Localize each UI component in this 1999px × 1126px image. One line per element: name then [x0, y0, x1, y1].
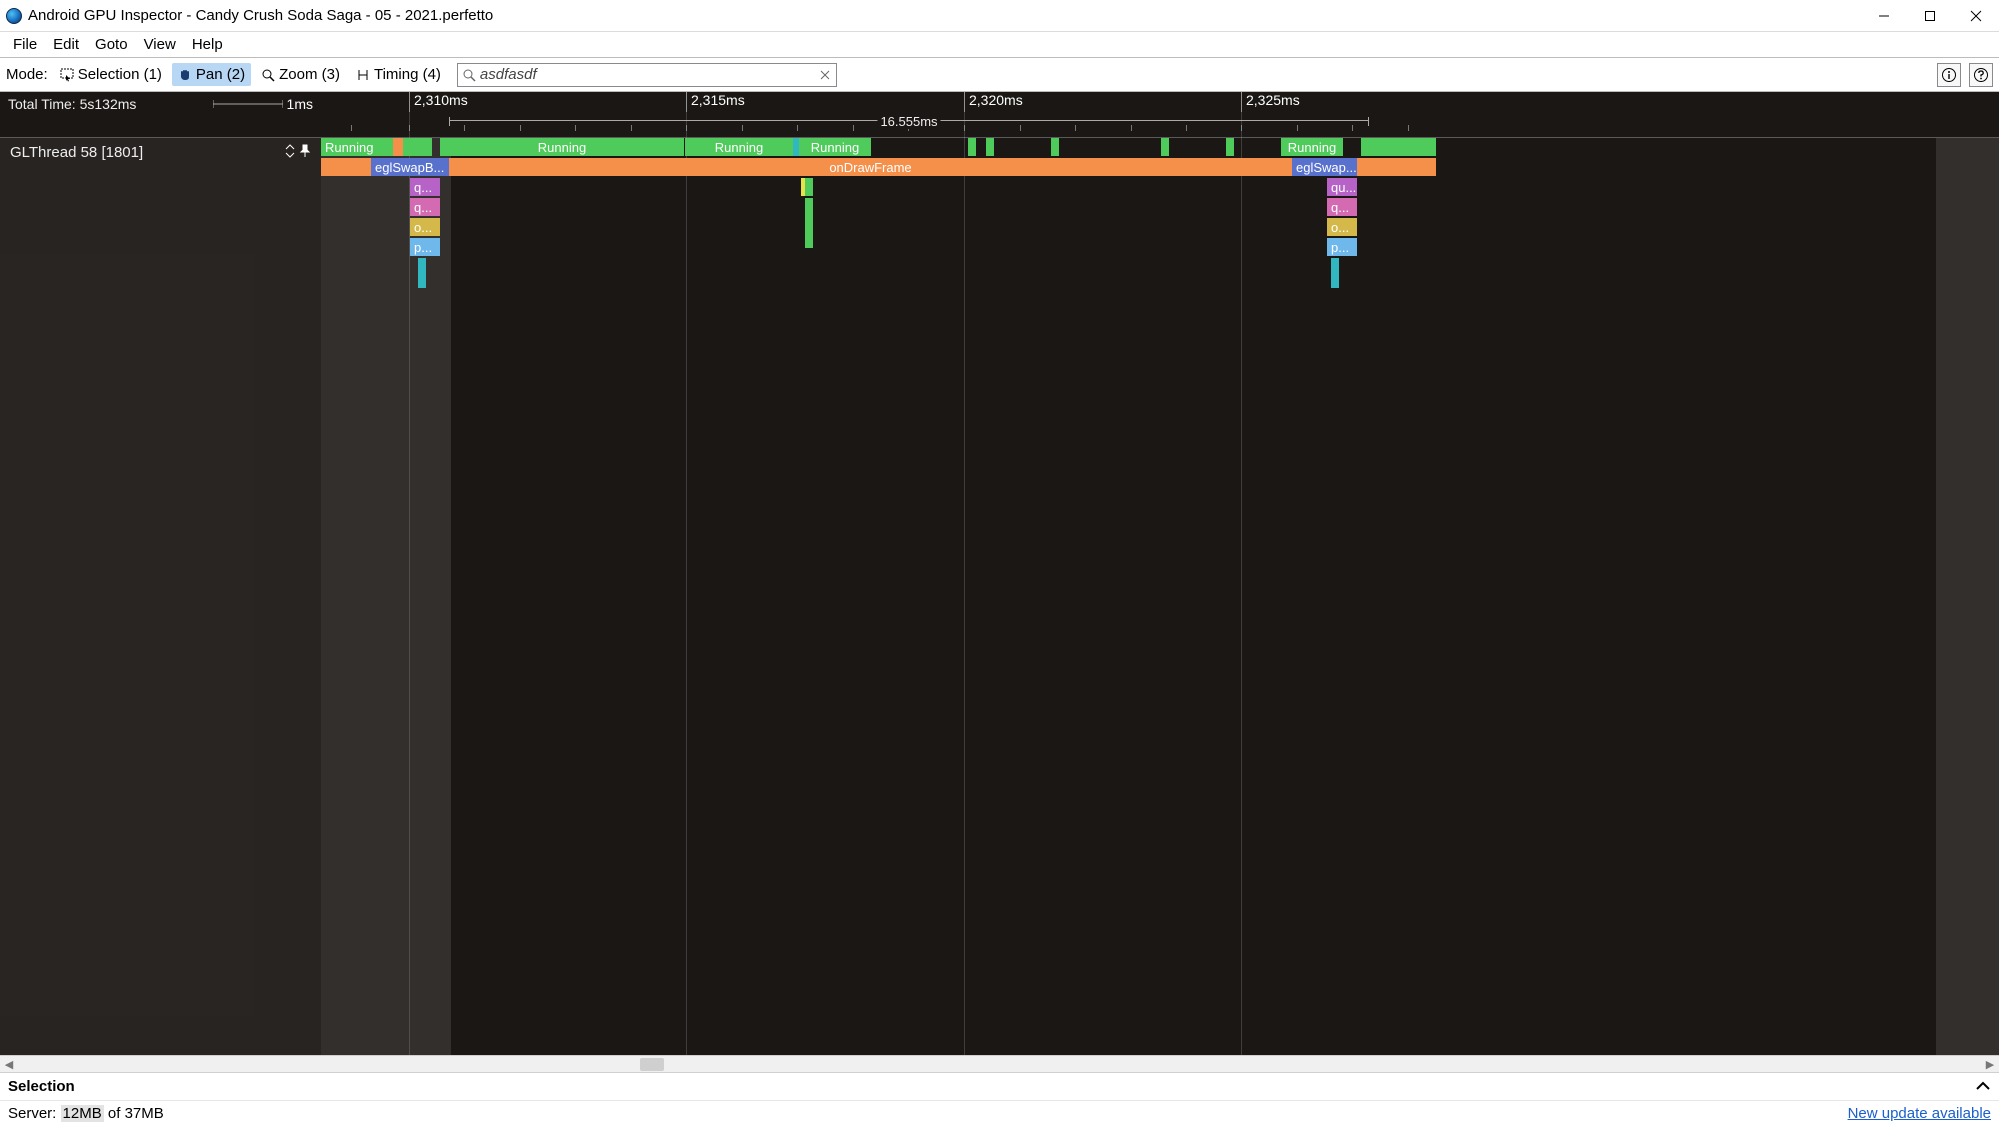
ruler-tick: 2,315ms: [686, 92, 745, 112]
trace-running[interactable]: Running: [440, 138, 684, 156]
help-button[interactable]: [1969, 63, 1993, 87]
info-button[interactable]: [1937, 63, 1961, 87]
update-available-link[interactable]: New update available: [1848, 1105, 1991, 1122]
mode-timing[interactable]: Timing (4): [350, 63, 447, 86]
trace-running[interactable]: Running: [685, 138, 793, 156]
trace-running[interactable]: Running: [1281, 138, 1343, 156]
time-ruler[interactable]: 2,310ms 2,315ms 2,320ms 2,325ms: [321, 92, 1999, 137]
trace-block[interactable]: [1161, 138, 1169, 156]
ruler-tick: 2,310ms: [409, 92, 468, 112]
hand-icon: [178, 68, 192, 82]
trace-eglswap[interactable]: eglSwapB...: [371, 158, 449, 176]
close-button[interactable]: [1953, 0, 1999, 32]
pin-icon[interactable]: [299, 144, 311, 161]
horizontal-scrollbar[interactable]: ◀ ▶: [0, 1055, 1999, 1072]
mode-zoom[interactable]: Zoom (3): [255, 63, 346, 86]
trace-q[interactable]: q...: [1327, 198, 1357, 216]
track-label[interactable]: GLThread 58 [1801]: [0, 138, 321, 308]
ruler-tick: 2,325ms: [1241, 92, 1300, 112]
trace-qu[interactable]: qu...: [1327, 178, 1357, 196]
menu-file[interactable]: File: [6, 33, 44, 56]
search-field[interactable]: [457, 63, 837, 87]
trace-o[interactable]: o...: [410, 218, 440, 236]
mode-selection[interactable]: Selection (1): [54, 63, 168, 86]
trace-running[interactable]: Running: [799, 138, 871, 156]
mode-pan[interactable]: Pan (2): [172, 63, 251, 86]
trace-block[interactable]: [805, 178, 813, 196]
minimize-button[interactable]: [1861, 0, 1907, 32]
timeline-header: Total Time: 5s132ms 1ms 2,310ms 2,315ms …: [0, 92, 1999, 138]
search-input[interactable]: [458, 64, 836, 86]
maximize-button[interactable]: [1907, 0, 1953, 32]
trace-q[interactable]: q...: [410, 178, 440, 196]
ruler-tick: 2,320ms: [964, 92, 1023, 112]
trace-block[interactable]: [968, 138, 976, 156]
chevron-up-icon[interactable]: [1975, 1079, 1991, 1095]
menu-help[interactable]: Help: [185, 33, 230, 56]
trace-block[interactable]: [1051, 138, 1059, 156]
window-title: Android GPU Inspector - Candy Crush Soda…: [28, 7, 493, 24]
server-memory: Server: 12MB of 37MB: [8, 1105, 164, 1122]
trace-block[interactable]: [805, 198, 813, 248]
trace-block[interactable]: [321, 158, 371, 176]
menu-edit[interactable]: Edit: [46, 33, 86, 56]
trace-eglswap[interactable]: eglSwap...: [1292, 158, 1357, 176]
ruler-scale: 1ms: [287, 96, 313, 112]
trace-block[interactable]: [403, 138, 432, 156]
trace-q[interactable]: q...: [410, 198, 440, 216]
menu-goto[interactable]: Goto: [88, 33, 135, 56]
track-canvas[interactable]: Running Running Running Running Running …: [321, 138, 1999, 308]
trace-block[interactable]: [393, 138, 403, 156]
trace-p[interactable]: p...: [1327, 238, 1357, 256]
scroll-thumb[interactable]: [640, 1058, 664, 1071]
trace-o[interactable]: o...: [1327, 218, 1357, 236]
trace-block[interactable]: [986, 138, 994, 156]
trace-block[interactable]: [1361, 138, 1436, 156]
thread-name: GLThread 58 [1801]: [10, 144, 143, 161]
magnifier-icon: [261, 68, 275, 82]
trace-block[interactable]: [1226, 138, 1234, 156]
collapse-icon[interactable]: [285, 144, 295, 161]
trace-running[interactable]: Running: [321, 138, 393, 156]
title-bar: Android GPU Inspector - Candy Crush Soda…: [0, 0, 1999, 32]
trace-p[interactable]: p...: [410, 238, 440, 256]
selection-icon: [60, 68, 74, 82]
timeline-area[interactable]: Total Time: 5s132ms 1ms 2,310ms 2,315ms …: [0, 92, 1999, 1055]
total-time-label: Total Time: 5s132ms: [8, 96, 136, 112]
selection-title: Selection: [8, 1078, 75, 1095]
mode-label: Mode:: [6, 66, 48, 83]
trace-ondrawframe[interactable]: onDrawFrame: [449, 158, 1292, 176]
clear-search-icon[interactable]: [818, 68, 832, 82]
trace-block[interactable]: [1331, 258, 1339, 288]
app-icon: [6, 8, 22, 24]
trace-block[interactable]: [1357, 158, 1436, 176]
window-controls: [1861, 0, 1999, 32]
status-bar: Server: 12MB of 37MB New update availabl…: [0, 1100, 1999, 1126]
menu-view[interactable]: View: [137, 33, 183, 56]
time-range-label: 16.555ms: [877, 114, 940, 129]
track-row: GLThread 58 [1801] Running Running Runni…: [0, 138, 1999, 308]
search-icon: [462, 68, 476, 82]
scroll-left-icon[interactable]: ◀: [2, 1058, 16, 1071]
timing-icon: [356, 68, 370, 82]
scroll-right-icon[interactable]: ▶: [1983, 1058, 1997, 1071]
toolbar: Mode: Selection (1) Pan (2) Zoom (3) Tim…: [0, 58, 1999, 92]
selection-panel[interactable]: Selection: [0, 1072, 1999, 1100]
trace-block[interactable]: [418, 258, 426, 288]
menu-bar: File Edit Goto View Help: [0, 32, 1999, 58]
